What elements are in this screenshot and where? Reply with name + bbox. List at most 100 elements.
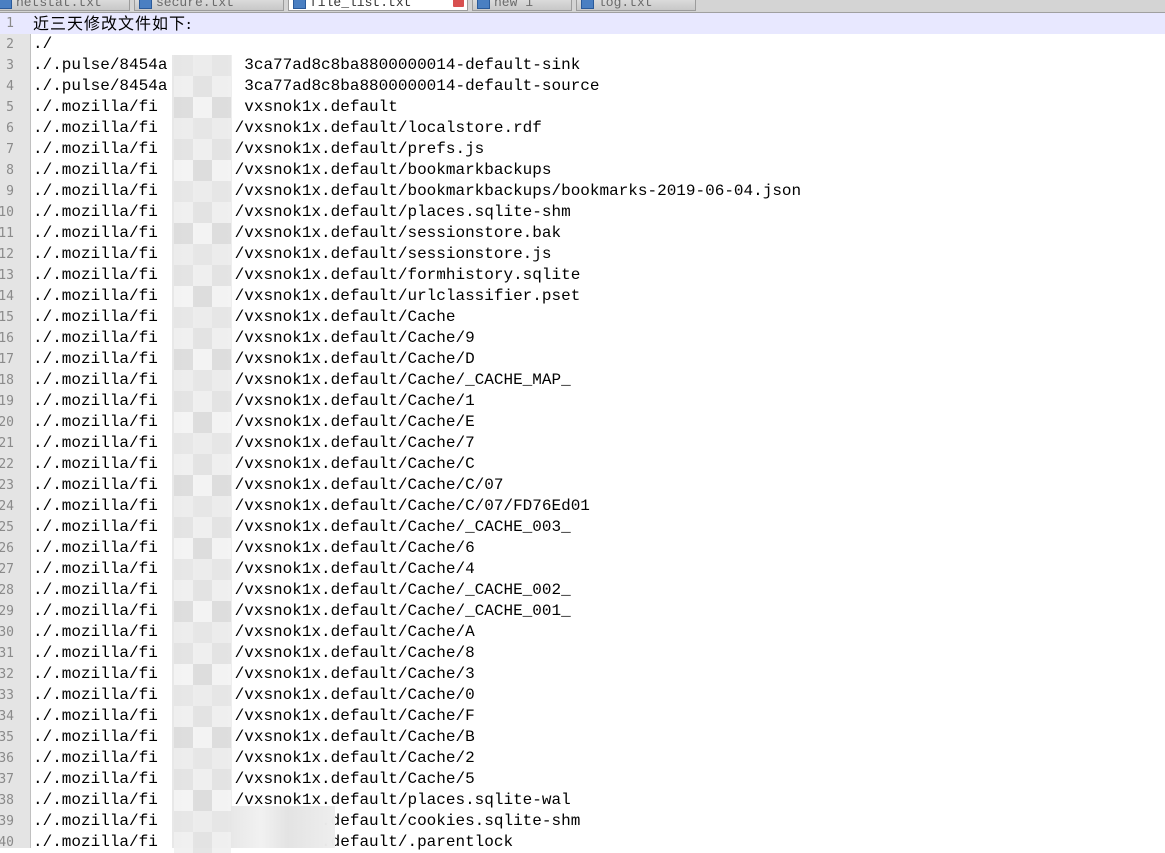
- editor-line[interactable]: 8 ./.mozilla/fi /vxsnok1x.default/bookmar…: [0, 160, 1165, 181]
- line-number: 30: [0, 625, 14, 640]
- line-text: ./.mozilla/fi /vxsnok1x.default/urlclass…: [33, 287, 581, 305]
- editor-line[interactable]: 7 ./.mozilla/fi /vxsnok1x.default/prefs.j…: [0, 139, 1165, 160]
- tab-label: secure.txt: [156, 0, 235, 10]
- line-number: 26: [0, 541, 14, 556]
- editor-line[interactable]: 34 ./.mozilla/fi /vxsnok1x.default/Cache/…: [0, 706, 1165, 727]
- editor-line[interactable]: 3 ./.pulse/8454a 3ca77ad8c8ba8800000014-d…: [0, 55, 1165, 76]
- line-text: ./.mozilla/fi /vxsnok1x.default/Cache/D: [33, 350, 475, 368]
- line-text: ./.mozilla/fi /vxsnok1x.default/bookmark…: [33, 182, 802, 200]
- line-number: 24: [0, 499, 14, 514]
- editor-line[interactable]: 37 ./.mozilla/fi /vxsnok1x.default/Cache/…: [0, 769, 1165, 790]
- editor-line[interactable]: 19 ./.mozilla/fi /vxsnok1x.default/Cache/…: [0, 391, 1165, 412]
- line-text: ./.mozilla/fi /vxsnok1x.default/places.s…: [33, 791, 571, 809]
- editor-line[interactable]: 32 ./.mozilla/fi /vxsnok1x.default/Cache/…: [0, 664, 1165, 685]
- editor-line[interactable]: 38 ./.mozilla/fi /vxsnok1x.default/places…: [0, 790, 1165, 811]
- line-number: 12: [0, 247, 14, 262]
- editor-line[interactable]: 21 ./.mozilla/fi /vxsnok1x.default/Cache/…: [0, 433, 1165, 454]
- line-number: 25: [0, 520, 14, 535]
- editor-line[interactable]: 5 ./.mozilla/fi vxsnok1x.default: [0, 97, 1165, 118]
- line-number: 1: [6, 16, 14, 31]
- line-number: 2: [6, 37, 14, 52]
- line-text: ./.mozilla/fi /vxsnok1x.default/Cache/5: [33, 770, 475, 788]
- editor-line[interactable]: 1 近三天修改文件如下:: [0, 13, 1165, 34]
- tab-bar: netstat.txt secure.txt file_list.txt new 1 l…: [0, 0, 1165, 13]
- line-number: 14: [0, 289, 14, 304]
- line-number: 20: [0, 415, 14, 430]
- line-number: 33: [0, 688, 14, 703]
- line-text: ./.mozilla/fi /vxsnok1x.default/Cache: [33, 308, 456, 326]
- editor-line[interactable]: 12 ./.mozilla/fi /vxsnok1x.default/sessio…: [0, 244, 1165, 265]
- line-text: ./.mozilla/fi /vxsnok1x.default/Cache/_C…: [33, 518, 571, 536]
- line-number: 9: [6, 184, 14, 199]
- line-text: ./.mozilla/fi /vxsnok1x.default/Cache/C/…: [33, 476, 504, 494]
- editor-line[interactable]: 16 ./.mozilla/fi /vxsnok1x.default/Cache/…: [0, 328, 1165, 349]
- tab-3[interactable]: new 1: [472, 0, 572, 11]
- editor-line[interactable]: 10 ./.mozilla/fi /vxsnok1x.default/places…: [0, 202, 1165, 223]
- tab-0[interactable]: netstat.txt: [0, 0, 130, 11]
- line-number: 7: [6, 142, 14, 157]
- editor-line[interactable]: 14 ./.mozilla/fi /vxsnok1x.default/urlcla…: [0, 286, 1165, 307]
- line-text: ./.mozilla/fi /vxsnok1x.default/localsto…: [33, 119, 542, 137]
- line-number: 36: [0, 751, 14, 766]
- file-icon: [293, 0, 306, 9]
- editor-line[interactable]: 17 ./.mozilla/fi /vxsnok1x.default/Cache/…: [0, 349, 1165, 370]
- editor-line[interactable]: 4 ./.pulse/8454a 3ca77ad8c8ba8800000014-d…: [0, 76, 1165, 97]
- editor-line[interactable]: 11 ./.mozilla/fi /vxsnok1x.default/sessio…: [0, 223, 1165, 244]
- line-text: ./.mozilla/fi /vxsnok1x.default/Cache/2: [33, 749, 475, 767]
- tab-1[interactable]: secure.txt: [134, 0, 284, 11]
- line-number: 40: [0, 835, 14, 850]
- text-editor[interactable]: 1 近三天修改文件如下: 2 ./ 3 ./.pulse/8454a 3ca77ad8c8…: [0, 13, 1165, 853]
- editor-line[interactable]: 27 ./.mozilla/fi /vxsnok1x.default/Cache/…: [0, 559, 1165, 580]
- line-text: 近三天修改文件如下:: [33, 14, 193, 33]
- line-text: ./.mozilla/fi /vxsnok1x.default/Cache/4: [33, 560, 475, 578]
- editor-line[interactable]: 26 ./.mozilla/fi /vxsnok1x.default/Cache/…: [0, 538, 1165, 559]
- line-text: ./.mozilla/fi /vxsnok1x.default/Cache/9: [33, 329, 475, 347]
- line-number: 39: [0, 814, 14, 829]
- line-text: ./.mozilla/fi /vxsnok1x.default/sessions…: [33, 224, 562, 242]
- line-text: ./.mozilla/fi /vxsnok1x.default/formhist…: [33, 266, 581, 284]
- editor-line[interactable]: 39 ./.mozilla/fi .default/cookies.sqlite-…: [0, 811, 1165, 832]
- close-icon[interactable]: [453, 0, 464, 7]
- line-number: 21: [0, 436, 14, 451]
- line-number: 10: [0, 205, 14, 220]
- line-number: 37: [0, 772, 14, 787]
- line-text: ./.mozilla/fi /vxsnok1x.default/Cache/7: [33, 434, 475, 452]
- tab-label: file_list.txt: [310, 0, 412, 10]
- editor-lines[interactable]: 1 近三天修改文件如下: 2 ./ 3 ./.pulse/8454a 3ca77ad8c8…: [0, 13, 1165, 853]
- line-text: ./.mozilla/fi /vxsnok1x.default/Cache/1: [33, 392, 475, 410]
- editor-line[interactable]: 28 ./.mozilla/fi /vxsnok1x.default/Cache/…: [0, 580, 1165, 601]
- editor-line[interactable]: 23 ./.mozilla/fi /vxsnok1x.default/Cache/…: [0, 475, 1165, 496]
- editor-line[interactable]: 31 ./.mozilla/fi /vxsnok1x.default/Cache/…: [0, 643, 1165, 664]
- editor-line[interactable]: 36 ./.mozilla/fi /vxsnok1x.default/Cache/…: [0, 748, 1165, 769]
- editor-line[interactable]: 2 ./: [0, 34, 1165, 55]
- editor-line[interactable]: 25 ./.mozilla/fi /vxsnok1x.default/Cache/…: [0, 517, 1165, 538]
- editor-line[interactable]: 24 ./.mozilla/fi /vxsnok1x.default/Cache/…: [0, 496, 1165, 517]
- editor-line[interactable]: 9 ./.mozilla/fi /vxsnok1x.default/bookmar…: [0, 181, 1165, 202]
- editor-line[interactable]: 20 ./.mozilla/fi /vxsnok1x.default/Cache/…: [0, 412, 1165, 433]
- line-number: 15: [0, 310, 14, 325]
- editor-line[interactable]: 35 ./.mozilla/fi /vxsnok1x.default/Cache/…: [0, 727, 1165, 748]
- tab-2[interactable]: file_list.txt: [288, 0, 468, 11]
- line-text: ./.mozilla/fi /vxsnok1x.default/Cache/C: [33, 455, 475, 473]
- line-text: ./.mozilla/fi /vxsnok1x.default/Cache/3: [33, 665, 475, 683]
- line-text: ./.pulse/8454a 3ca77ad8c8ba8800000014-de…: [33, 77, 600, 95]
- editor-line[interactable]: 30 ./.mozilla/fi /vxsnok1x.default/Cache/…: [0, 622, 1165, 643]
- tab-4[interactable]: log.txt: [576, 0, 696, 11]
- editor-line[interactable]: 29 ./.mozilla/fi /vxsnok1x.default/Cache/…: [0, 601, 1165, 622]
- line-text: ./.mozilla/fi /vxsnok1x.default/Cache/8: [33, 644, 475, 662]
- editor-line[interactable]: 40 ./.mozilla/fi .default/.parentlock: [0, 832, 1165, 853]
- line-number: 23: [0, 478, 14, 493]
- editor-line[interactable]: 6 ./.mozilla/fi /vxsnok1x.default/localst…: [0, 118, 1165, 139]
- editor-line[interactable]: 22 ./.mozilla/fi /vxsnok1x.default/Cache/…: [0, 454, 1165, 475]
- line-text: ./.mozilla/fi /vxsnok1x.default/Cache/E: [33, 413, 475, 431]
- editor-line[interactable]: 33 ./.mozilla/fi /vxsnok1x.default/Cache/…: [0, 685, 1165, 706]
- line-number: 28: [0, 583, 14, 598]
- editor-line[interactable]: 18 ./.mozilla/fi /vxsnok1x.default/Cache/…: [0, 370, 1165, 391]
- line-number: 4: [6, 79, 14, 94]
- line-number: 3: [6, 58, 14, 73]
- editor-line[interactable]: 15 ./.mozilla/fi /vxsnok1x.default/Cache: [0, 307, 1165, 328]
- file-icon: [0, 0, 12, 9]
- line-number: 38: [0, 793, 14, 808]
- editor-line[interactable]: 13 ./.mozilla/fi /vxsnok1x.default/formhi…: [0, 265, 1165, 286]
- line-text: ./.mozilla/fi /vxsnok1x.default/prefs.js: [33, 140, 485, 158]
